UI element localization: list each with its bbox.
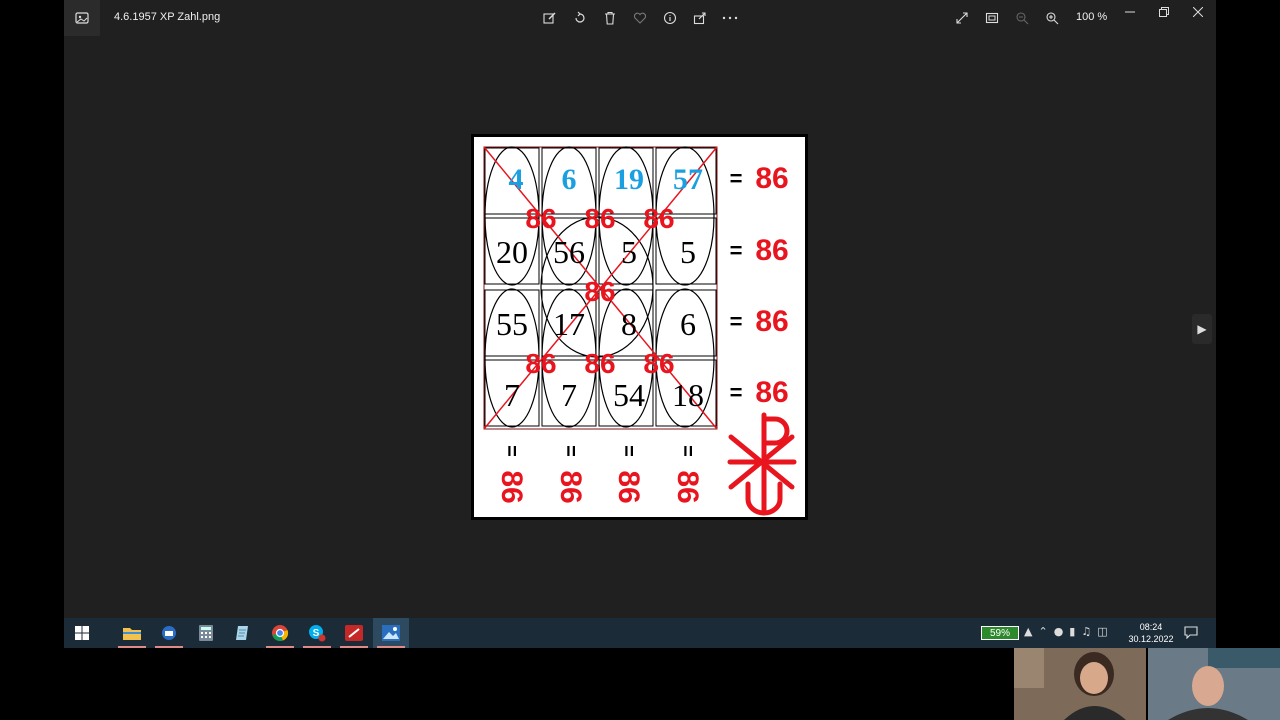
zoom-out-icon[interactable] (1010, 6, 1034, 30)
clock[interactable]: 08:24 30.12.2022 (1126, 621, 1176, 645)
cell-r4c2: 7 (561, 377, 577, 413)
row-sum-1: 86 (755, 162, 788, 195)
cell-r3c2: 17 (553, 306, 585, 342)
skype-icon[interactable]: S (299, 618, 335, 648)
cell-r4c3: 54 (613, 377, 645, 413)
overlay-sum-lower-1: 86 (525, 348, 556, 379)
next-image-button[interactable]: ▶ (1192, 314, 1212, 344)
favorite-icon[interactable] (628, 6, 652, 30)
overlay-sum-upper-3: 86 (643, 203, 674, 234)
restore-icon[interactable] (1152, 0, 1176, 24)
minimize-icon[interactable] (1118, 0, 1142, 24)
cell-r2c1: 20 (496, 234, 528, 270)
column-sum-2: 86 (554, 470, 587, 503)
clock-date: 30.12.2022 (1128, 634, 1174, 644)
cell-r3c1: 55 (496, 306, 528, 342)
column-sum-3: 86 (612, 470, 645, 503)
file-explorer-icon[interactable] (114, 618, 150, 648)
overlay-sum-center: 86 (584, 276, 615, 307)
cell-r2c4: 5 (680, 234, 696, 270)
windows-taskbar: S 59% ▲⌃●▮♫◫ 08:24 30.12.2022 (64, 618, 1216, 648)
column-sum-4: 86 (671, 470, 704, 503)
overlay-sum-lower-3: 86 (643, 348, 674, 379)
row-equals-4: = (730, 380, 743, 405)
column-equals-1: = (500, 445, 522, 457)
top-cell-2: 6 (562, 163, 577, 196)
title-bar: 4.6.1957 XP Zahl.png 100 % (64, 0, 1216, 36)
photos-app-window: 4.6.1957 XP Zahl.png 100 % ▶ 4 6 19 57 2… (64, 0, 1216, 648)
clock-time: 08:24 (1139, 622, 1163, 632)
displayed-image: 4 6 19 57 20 56 5 5 55 17 8 6 7 7 54 18 … (474, 137, 805, 517)
chi-rho-symbol-icon (727, 412, 797, 516)
overlay-sum-upper-2: 86 (584, 203, 615, 234)
notification-icon[interactable] (1184, 624, 1198, 643)
network-icon[interactable]: ◫ (1097, 625, 1113, 638)
calculator-icon[interactable] (188, 618, 224, 648)
chevron-up-icon[interactable]: ⌃ (1038, 625, 1053, 638)
info-icon[interactable] (658, 6, 682, 30)
row-sum-4: 86 (755, 376, 788, 409)
cell-r2c2: 56 (553, 234, 585, 270)
image-viewer: 4 6 19 57 20 56 5 5 55 17 8 6 7 7 54 18 … (471, 134, 808, 520)
column-sum-1: 86 (495, 470, 528, 503)
magic-square-image: 4 6 19 57 20 56 5 5 55 17 8 6 7 7 54 18 … (483, 146, 797, 516)
share-icon[interactable] (688, 6, 712, 30)
microphone-icon[interactable]: ● (1054, 625, 1070, 638)
system-tray-icons[interactable]: ▲⌃●▮♫◫ (1024, 625, 1114, 638)
photos-icon[interactable] (373, 618, 409, 648)
column-equals-2: = (559, 445, 581, 457)
row-sum-2: 86 (755, 234, 788, 267)
rotate-icon[interactable] (568, 6, 592, 30)
edit-icon[interactable] (538, 6, 562, 30)
pdf-icon[interactable] (336, 618, 372, 648)
notepad-icon[interactable] (225, 618, 261, 648)
file-name: 4.6.1957 XP Zahl.png (114, 11, 221, 23)
top-cell-1: 4 (509, 163, 524, 196)
cell-r4c4: 18 (672, 377, 704, 413)
row-equals-2: = (730, 238, 743, 263)
photos-app-icon (64, 0, 100, 36)
flame-icon[interactable]: ▲ (1024, 625, 1038, 638)
fullscreen-icon[interactable] (950, 6, 974, 30)
close-icon[interactable] (1186, 0, 1210, 24)
fit-icon[interactable] (980, 6, 1004, 30)
row-equals-1: = (730, 166, 743, 191)
cell-r3c3: 8 (621, 306, 637, 342)
windows-start-icon[interactable] (64, 618, 100, 648)
delete-icon[interactable] (598, 6, 622, 30)
row-equals-3: = (730, 309, 743, 334)
row-sum-3: 86 (755, 305, 788, 338)
chrome-icon[interactable] (262, 618, 298, 648)
top-cell-4: 57 (673, 163, 703, 196)
video-feed-participant-1 (1014, 648, 1146, 720)
column-equals-3: = (617, 445, 639, 457)
thunderbird-icon[interactable] (151, 618, 187, 648)
column-equals-4: = (676, 445, 698, 457)
cell-r2c3: 5 (621, 234, 637, 270)
zoom-level[interactable]: 100 % (1076, 11, 1107, 23)
video-feed-participant-2 (1148, 648, 1280, 720)
battery-icon[interactable]: ▮ (1069, 625, 1081, 638)
zoom-in-icon[interactable] (1040, 6, 1064, 30)
overlay-sum-upper-1: 86 (525, 203, 556, 234)
volume-icon[interactable]: ♫ (1081, 625, 1097, 638)
battery-indicator[interactable]: 59% (981, 626, 1019, 640)
cell-r4c1: 7 (504, 377, 520, 413)
cell-r3c4: 6 (680, 306, 696, 342)
overlay-sum-lower-2: 86 (584, 348, 615, 379)
top-cell-3: 19 (614, 163, 644, 196)
more-icon[interactable] (718, 6, 742, 30)
